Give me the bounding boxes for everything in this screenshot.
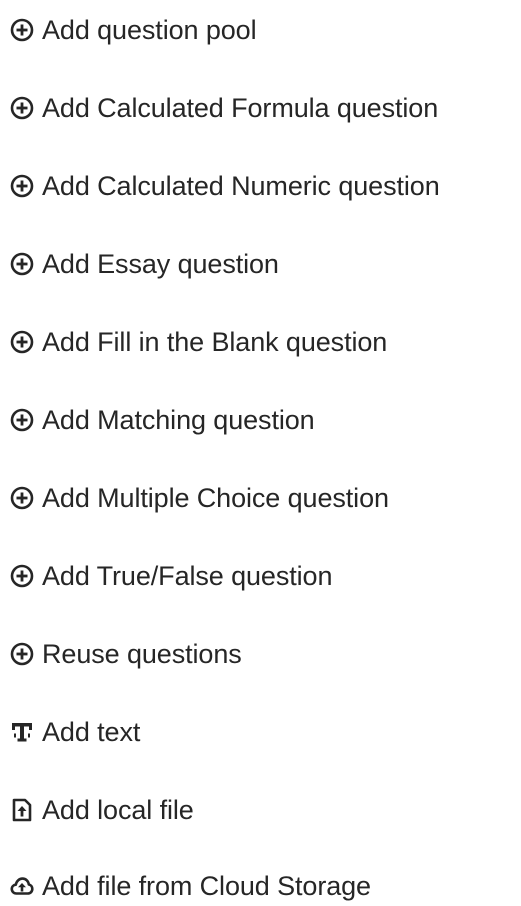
plus-circle-icon bbox=[10, 18, 34, 42]
plus-circle-icon bbox=[10, 174, 34, 198]
menu-item-reuse-questions[interactable]: Reuse questions bbox=[10, 634, 242, 674]
menu-item-add-matching-question[interactable]: Add Matching question bbox=[10, 400, 315, 440]
menu-item-label: Add Essay question bbox=[42, 249, 279, 279]
menu-item-label: Add Matching question bbox=[42, 405, 315, 435]
menu-item-label: Add Calculated Numeric question bbox=[42, 171, 440, 201]
menu-item-label: Add text bbox=[42, 717, 141, 747]
menu-item-label: Add True/False question bbox=[42, 561, 333, 591]
cloud-upload-icon bbox=[10, 874, 34, 898]
menu-item-label: Add Fill in the Blank question bbox=[42, 327, 388, 357]
file-upload-icon bbox=[10, 798, 34, 822]
plus-circle-icon bbox=[10, 252, 34, 276]
menu-item-add-calculated-formula-question[interactable]: Add Calculated Formula question bbox=[10, 88, 438, 128]
plus-circle-icon bbox=[10, 642, 34, 666]
menu-item-add-multiple-choice-question[interactable]: Add Multiple Choice question bbox=[10, 478, 389, 518]
plus-circle-icon bbox=[10, 564, 34, 588]
menu-item-label: Reuse questions bbox=[42, 639, 242, 669]
plus-circle-icon bbox=[10, 408, 34, 432]
menu-item-add-true-false-question[interactable]: Add True/False question bbox=[10, 556, 332, 596]
menu-item-add-local-file[interactable]: Add local file bbox=[10, 790, 194, 830]
menu-item-add-question-pool[interactable]: Add question pool bbox=[10, 10, 257, 50]
plus-circle-icon bbox=[10, 486, 34, 510]
menu-item-label: Add Calculated Formula question bbox=[42, 93, 439, 123]
menu-item-label: Add Multiple Choice question bbox=[42, 483, 389, 513]
plus-circle-icon bbox=[10, 96, 34, 120]
menu-item-add-calculated-numeric-question[interactable]: Add Calculated Numeric question bbox=[10, 166, 440, 206]
menu-item-add-text[interactable]: Add text bbox=[10, 712, 140, 752]
menu-item-add-essay-question[interactable]: Add Essay question bbox=[10, 244, 279, 284]
menu-item-label: Add file from Cloud Storage bbox=[42, 871, 371, 901]
text-icon bbox=[10, 720, 34, 744]
menu-item-add-file-from-cloud-storage[interactable]: Add file from Cloud Storage bbox=[10, 866, 371, 906]
plus-circle-icon bbox=[10, 330, 34, 354]
menu-item-add-fill-in-the-blank-question[interactable]: Add Fill in the Blank question bbox=[10, 322, 387, 362]
menu-item-label: Add local file bbox=[42, 795, 194, 825]
menu-item-label: Add question pool bbox=[42, 15, 257, 45]
